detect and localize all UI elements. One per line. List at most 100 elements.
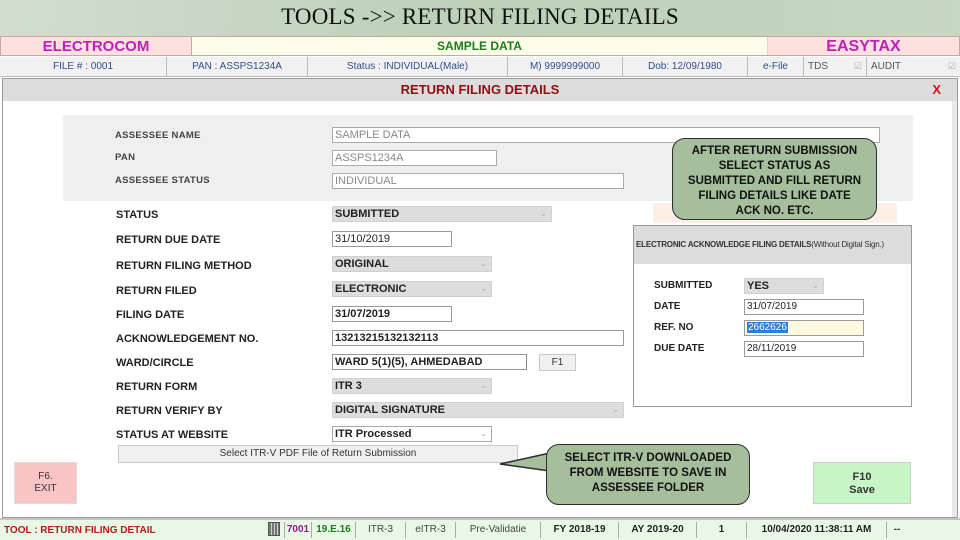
pan-label: PAN: [115, 152, 136, 163]
filing-date-field[interactable]: 31/07/2019: [332, 306, 452, 322]
callout-select-itrv: SELECT ITR-V DOWNLOADED FROM WEBSITE TO …: [546, 444, 750, 505]
ack-ref-no-label: REF. NO: [654, 322, 694, 333]
ack-title-bold: ELECTRONIC ACKNOWLEDGE FILING DETAILS: [636, 240, 812, 249]
return-form-value: ITR 3: [335, 380, 362, 392]
return-filed-value: ELECTRONIC: [335, 283, 407, 295]
chevron-down-icon: ⌄: [480, 259, 487, 268]
chevron-down-icon: ⌄: [540, 209, 547, 218]
ack-ref-no-selected-text: 2662626: [747, 322, 788, 333]
efile-link[interactable]: e-File: [748, 57, 804, 76]
close-icon[interactable]: X: [932, 79, 941, 101]
version-number: 19.E.16: [312, 522, 356, 538]
status-select[interactable]: SUBMITTED ⌄: [332, 206, 552, 222]
return-form-select[interactable]: ITR 3 ⌄: [332, 378, 492, 394]
file-number: FILE # : 0001: [0, 57, 167, 76]
eitr-form[interactable]: eITR-3: [406, 522, 456, 538]
assessment-year: AY 2019-20: [619, 522, 697, 538]
audit-checkbox[interactable]: AUDIT ☑: [867, 57, 960, 76]
due-date-field[interactable]: 31/10/2019: [332, 231, 452, 247]
callout-line: FILING DETAILS LIKE DATE: [698, 190, 851, 202]
filing-date-label: FILING DATE: [116, 309, 185, 321]
itr-form[interactable]: ITR-3: [356, 522, 406, 538]
website-status-value: ITR Processed: [335, 428, 412, 440]
verify-by-value: DIGITAL SIGNATURE: [335, 404, 445, 416]
return-form-label: RETURN FORM: [116, 381, 198, 393]
verify-by-select[interactable]: DIGITAL SIGNATURE ⌄: [332, 402, 624, 418]
ward-label: WARD/CIRCLE: [116, 357, 194, 369]
status-label: STATUS: [116, 209, 159, 221]
ack-filing-details-panel: ELECTRONIC ACKNOWLEDGE FILING DETAILS(Wi…: [633, 225, 912, 407]
dob-info: Dob: 12/09/1980: [623, 57, 748, 76]
calculator-icon: [268, 522, 280, 537]
filing-method-value: ORIGINAL: [335, 258, 389, 270]
datetime: 10/04/2020 11:38:11 AM: [747, 522, 887, 538]
ack-submitted-value: YES: [747, 280, 770, 292]
pan-field[interactable]: ASSPS1234A: [332, 150, 497, 166]
ack-date-field[interactable]: 31/07/2019: [744, 299, 864, 315]
tds-label: TDS: [808, 61, 828, 72]
dialog-header: RETURN FILING DETAILS X: [3, 79, 957, 101]
audit-label: AUDIT: [871, 61, 901, 72]
client-info-bar: FILE # : 0001 PAN : ASSPS1234A Status : …: [0, 57, 960, 77]
exit-key: F6.: [38, 471, 53, 482]
chevron-down-icon: ⌄: [812, 281, 819, 290]
ack-title-note: (Without Digital Sign.): [811, 240, 885, 249]
website-status-select[interactable]: ITR Processed ⌄: [332, 426, 492, 442]
return-filed-label: RETURN FILED: [116, 285, 197, 297]
version-code: 7001: [284, 522, 312, 538]
filing-method-label: RETURN FILING METHOD: [116, 260, 252, 272]
checkbox-icon: ☑: [853, 61, 862, 71]
user-count: 1: [697, 522, 747, 538]
calculator-button[interactable]: [264, 522, 284, 538]
save-button[interactable]: F10 Save: [813, 462, 911, 504]
save-key: F10: [852, 471, 872, 483]
status-bar: TOOL : RETURN FILING DETAIL 7001 19.E.16…: [0, 518, 960, 540]
brand-easytax: EASYTAX: [767, 37, 959, 55]
ack-panel-title: ELECTRONIC ACKNOWLEDGE FILING DETAILS(Wi…: [634, 226, 911, 264]
f1-lookup-button[interactable]: F1: [539, 354, 576, 371]
website-status-label: STATUS AT WEBSITE: [116, 429, 229, 441]
tds-checkbox[interactable]: TDS ☑: [804, 57, 867, 76]
ack-no-field[interactable]: 13213215132132113: [332, 330, 624, 346]
financial-year: FY 2018-19: [541, 522, 619, 538]
chevron-down-icon: ⌄: [480, 381, 487, 390]
slide-title: TOOLS ->> RETURN FILING DETAILS: [281, 4, 679, 29]
select-itrv-pdf-button[interactable]: Select ITR-V PDF File of Return Submissi…: [118, 445, 518, 463]
chevron-down-icon: ⌄: [480, 429, 487, 438]
ack-no-label: ACKNOWLEDGEMENT NO.: [116, 333, 259, 345]
checkbox-icon: ☑: [947, 61, 956, 71]
ack-submitted-label: SUBMITTED: [654, 280, 713, 291]
callout-line: ACK NO. ETC.: [735, 205, 814, 217]
pre-validate[interactable]: Pre-Validatie: [456, 522, 541, 538]
assessee-name-label: ASSESSEE NAME: [115, 130, 201, 141]
ack-due-date-label: DUE DATE: [654, 343, 705, 354]
dialog-title: RETURN FILING DETAILS: [400, 82, 560, 97]
brand-bar: ELECTROCOM SAMPLE DATA EASYTAX: [0, 36, 960, 56]
ack-ref-no-field[interactable]: 2662626: [744, 320, 864, 336]
ack-date-label: DATE: [654, 301, 681, 312]
callout-line: SELECT ITR-V DOWNLOADED: [564, 452, 732, 464]
ack-due-date-field[interactable]: 28/11/2019: [744, 341, 864, 357]
callout-line: SELECT STATUS AS: [718, 160, 831, 172]
verify-by-label: RETURN VERIFY BY: [116, 405, 223, 417]
exit-button[interactable]: F6. EXIT: [14, 462, 77, 504]
app-window: ELECTROCOM SAMPLE DATA EASYTAX FILE # : …: [0, 36, 960, 540]
assessee-status-label: ASSESSEE STATUS: [115, 175, 210, 186]
callout-line: ASSESSEE FOLDER: [591, 482, 705, 494]
callout-line: FROM WEBSITE TO SAVE IN: [569, 467, 727, 479]
status-extra: --: [893, 524, 901, 535]
current-tool: TOOL : RETURN FILING DETAIL: [4, 524, 156, 536]
assessee-status-field[interactable]: INDIVIDUAL: [332, 173, 624, 189]
chevron-down-icon: ⌄: [480, 284, 487, 293]
mobile-info: M) 9999999000: [508, 57, 623, 76]
exit-label: EXIT: [34, 483, 57, 494]
save-label: Save: [849, 484, 875, 496]
due-date-label: RETURN DUE DATE: [116, 234, 221, 246]
ack-submitted-select[interactable]: YES ⌄: [744, 278, 824, 294]
chevron-down-icon: ⌄: [612, 405, 619, 414]
return-filed-select[interactable]: ELECTRONIC ⌄: [332, 281, 492, 297]
filing-method-select[interactable]: ORIGINAL ⌄: [332, 256, 492, 272]
scrollbar[interactable]: [952, 101, 957, 517]
ward-field[interactable]: WARD 5(1)(5), AHMEDABAD: [332, 354, 527, 370]
callout-after-submission: AFTER RETURN SUBMISSION SELECT STATUS AS…: [672, 138, 877, 220]
